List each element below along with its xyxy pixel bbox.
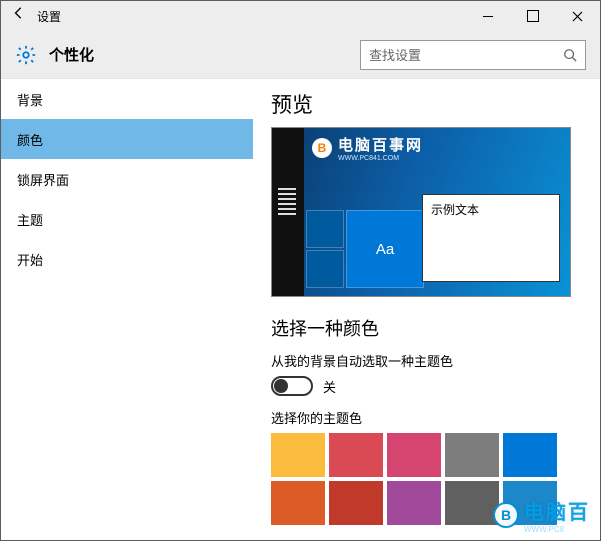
page-title: 个性化 — [49, 44, 94, 65]
preview-sample-window: 示例文本 — [422, 194, 560, 282]
preview-tile — [306, 250, 344, 288]
maximize-button[interactable] — [510, 1, 555, 31]
sidebar-item-label: 颜色 — [17, 130, 43, 149]
color-swatch[interactable] — [271, 433, 325, 477]
watermark-subtext: WWW.PC8 — [524, 525, 590, 534]
window-title: 设置 — [37, 8, 61, 25]
sidebar-item-colors[interactable]: 颜色 — [1, 119, 253, 159]
titlebar: 设置 — [1, 1, 600, 31]
preview-taskbar-lines — [278, 188, 296, 218]
window-controls — [465, 1, 600, 31]
minimize-button[interactable] — [465, 1, 510, 31]
color-swatch[interactable] — [387, 481, 441, 525]
preview-heading: 预览 — [271, 89, 582, 119]
color-swatch[interactable] — [503, 433, 557, 477]
sidebar: 背景 颜色 锁屏界面 主题 开始 — [1, 79, 253, 540]
auto-pick-toggle[interactable] — [271, 376, 313, 396]
watermark-text: 电脑百 — [524, 496, 590, 525]
color-swatch[interactable] — [271, 481, 325, 525]
gear-icon — [15, 44, 37, 66]
choose-color-heading: 选择一种颜色 — [271, 315, 582, 341]
color-swatch[interactable] — [445, 433, 499, 477]
color-swatch[interactable] — [445, 481, 499, 525]
color-swatch[interactable] — [329, 433, 383, 477]
sidebar-item-label: 主题 — [17, 210, 43, 229]
watermark-logo-icon: B — [312, 138, 332, 158]
preview-box: B 电脑百事网 WWW.PC841.COM Aa 示例文本 — [271, 127, 571, 297]
preview-tile — [306, 210, 344, 248]
sidebar-item-start[interactable]: 开始 — [1, 239, 253, 279]
accent-label: 选择你的主题色 — [271, 408, 582, 427]
sidebar-item-themes[interactable]: 主题 — [1, 199, 253, 239]
preview-tile-aa: Aa — [346, 210, 424, 288]
sidebar-item-label: 锁屏界面 — [17, 170, 69, 189]
settings-window: 设置 个性化 查找设置 背景 颜色 锁屏界面 主题 开始 预 — [0, 0, 601, 541]
sidebar-item-label: 开始 — [17, 250, 43, 269]
color-swatch[interactable] — [329, 481, 383, 525]
preview-tiles: Aa — [306, 210, 424, 288]
preview-watermark: B 电脑百事网 WWW.PC841.COM — [312, 134, 423, 162]
sidebar-item-label: 背景 — [17, 90, 43, 109]
main-content: 预览 B 电脑百事网 WWW.PC841.COM Aa — [253, 79, 600, 540]
toggle-row: 关 — [271, 376, 582, 396]
header: 个性化 查找设置 — [1, 31, 600, 79]
back-button[interactable] — [1, 1, 37, 31]
watermark-subtext: WWW.PC841.COM — [338, 155, 423, 162]
close-button[interactable] — [555, 1, 600, 31]
search-icon — [563, 48, 577, 62]
watermark-logo-icon: B — [493, 502, 519, 528]
page-watermark: B 电脑百 WWW.PC8 — [493, 496, 590, 534]
toggle-state-label: 关 — [323, 377, 336, 396]
sidebar-item-lockscreen[interactable]: 锁屏界面 — [1, 159, 253, 199]
sample-text: 示例文本 — [431, 203, 479, 217]
sidebar-item-background[interactable]: 背景 — [1, 79, 253, 119]
color-swatch[interactable] — [387, 433, 441, 477]
body: 背景 颜色 锁屏界面 主题 开始 预览 B 电脑百事网 WWW.PC841.CO… — [1, 79, 600, 540]
auto-pick-label: 从我的背景自动选取一种主题色 — [271, 351, 582, 370]
search-placeholder: 查找设置 — [369, 45, 563, 64]
toggle-knob — [274, 379, 288, 393]
watermark-text: 电脑百事网 — [338, 134, 423, 155]
search-input[interactable]: 查找设置 — [360, 40, 586, 70]
